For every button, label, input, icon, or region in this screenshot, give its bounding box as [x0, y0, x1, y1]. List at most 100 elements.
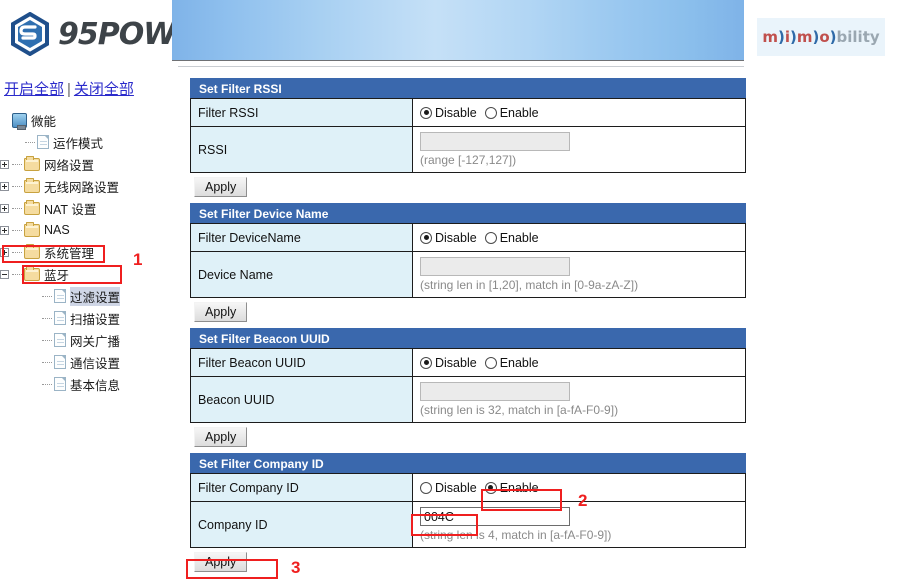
- page-icon: [54, 333, 66, 347]
- tree-connector: [42, 317, 52, 319]
- apply-button[interactable]: Apply: [194, 427, 248, 447]
- toggle-label-cell: Filter DeviceName: [190, 223, 413, 252]
- collapse-icon[interactable]: [0, 269, 9, 279]
- tree-node-3[interactable]: 无线网路设置: [0, 175, 185, 197]
- value-input-cell: (range [-127,127]): [412, 126, 746, 173]
- table-row: Filter DeviceName Disable Enable: [190, 223, 746, 252]
- tree-node-5[interactable]: NAS: [0, 219, 185, 241]
- radio-disable[interactable]: Disable: [420, 356, 477, 370]
- mimo-o: o: [819, 28, 830, 46]
- value-label-cell: Device Name: [190, 251, 413, 298]
- table-row: Company ID (string len is 4, match in [a-…: [190, 501, 746, 548]
- panel-title: Set Filter Beacon UUID: [190, 328, 746, 348]
- table-row: Filter Beacon UUID Disable Enable: [190, 348, 746, 377]
- radio-group: Disable Enable: [420, 106, 738, 120]
- tree-node-7[interactable]: 蓝牙: [0, 263, 185, 285]
- toggle-value-cell: Disable Enable: [412, 98, 746, 127]
- tree-node-label: 系统管理: [44, 246, 95, 261]
- tree-connector: [12, 185, 22, 187]
- radio-enable-label: Enable: [499, 355, 539, 370]
- radio-enable-icon[interactable]: [484, 356, 497, 369]
- mimo-m2: m: [796, 28, 813, 46]
- value-input[interactable]: [420, 257, 570, 276]
- radio-enable-label: Enable: [499, 480, 539, 495]
- filter-panel-2: Set Filter Beacon UUID Filter Beacon UUID…: [190, 328, 746, 447]
- tree-node-6[interactable]: 系统管理: [0, 241, 185, 263]
- toggle-label-cell: Filter Beacon UUID: [190, 348, 413, 377]
- tree-node-10[interactable]: 网关广播: [0, 329, 185, 351]
- radio-enable[interactable]: Enable: [484, 355, 539, 370]
- radio-disable[interactable]: Disable: [420, 481, 477, 495]
- radio-disable-icon[interactable]: [420, 231, 432, 244]
- mimo-paren3: ): [812, 28, 820, 46]
- folder-icon: [24, 243, 40, 259]
- page-icon: [54, 289, 66, 303]
- page-header: 95POWER m) i) m) o) bility: [0, 0, 899, 72]
- expand-icon[interactable]: [0, 225, 9, 235]
- radio-disable[interactable]: Disable: [420, 231, 477, 245]
- radio-enable-icon[interactable]: [484, 231, 497, 244]
- radio-enable-icon[interactable]: [484, 481, 497, 494]
- radio-enable[interactable]: Enable: [484, 231, 539, 245]
- radio-enable[interactable]: Enable: [484, 106, 539, 120]
- tree-connector: [12, 273, 22, 275]
- collapse-all-link[interactable]: 关闭全部: [74, 81, 134, 98]
- field-wrapper: (string len is 4, match in [a-fA-F0-9]): [420, 507, 738, 542]
- mimo-paren4: ): [829, 28, 837, 46]
- expand-icon[interactable]: [0, 247, 9, 257]
- value-input[interactable]: [420, 382, 570, 401]
- folder-icon: [24, 155, 40, 171]
- radio-disable[interactable]: Disable: [420, 106, 477, 120]
- page-icon: [54, 311, 66, 325]
- tree-node-4[interactable]: NAT 设置: [0, 197, 185, 219]
- page-root: 95POWER m) i) m) o) bility 开启全部 | 关闭全部 微能 运作模式网…: [0, 0, 899, 583]
- table-row: RSSI (range [-127,127]): [190, 126, 746, 173]
- tree-node-label: 网络设置: [44, 158, 95, 173]
- radio-disable-label: Disable: [435, 230, 477, 245]
- tree-node-9[interactable]: 扫描设置: [0, 307, 185, 329]
- radio-disable-label: Disable: [435, 105, 477, 120]
- tree-node-8[interactable]: 过滤设置: [0, 285, 185, 307]
- radio-group: Disable Enable: [420, 356, 738, 370]
- radio-disable-icon[interactable]: [420, 481, 432, 494]
- radio-enable-icon[interactable]: [484, 106, 497, 119]
- radio-enable[interactable]: Enable: [484, 480, 539, 495]
- value-input-cell: (string len in [1,20], match in [0-9a-zA…: [412, 251, 746, 298]
- tree-node-label: 通信设置: [70, 356, 121, 371]
- value-input[interactable]: [420, 132, 570, 151]
- field-wrapper: (string len is 32, match in [a-fA-F0-9]): [420, 382, 738, 417]
- tree-node-1[interactable]: 运作模式: [0, 131, 185, 153]
- mimobility-logo: m) i) m) o) bility: [757, 18, 885, 56]
- tree-connector: [42, 383, 52, 385]
- folder-icon: [24, 199, 40, 215]
- value-label-cell: Company ID: [190, 501, 413, 548]
- expand-icon[interactable]: [0, 203, 9, 213]
- panel-title: Set Filter Company ID: [190, 453, 746, 473]
- expand-all-link[interactable]: 开启全部: [4, 81, 64, 98]
- mimo-paren2: ): [790, 28, 797, 46]
- expand-icon[interactable]: [0, 159, 9, 169]
- tree-node-12[interactable]: 基本信息: [0, 373, 185, 395]
- input-hint: (range [-127,127]): [420, 153, 517, 167]
- panel-table: Filter Company ID Disable Enable Company ID…: [190, 473, 746, 548]
- page-icon: [54, 377, 66, 391]
- panel-title: Set Filter Device Name: [190, 203, 746, 223]
- radio-disable-icon[interactable]: [420, 356, 432, 369]
- radio-disable-icon[interactable]: [420, 106, 432, 119]
- apply-button[interactable]: Apply: [194, 302, 248, 322]
- brand-logo: 95POWER: [8, 6, 218, 62]
- folder-icon: [24, 265, 40, 281]
- tree-node-0[interactable]: 微能: [0, 109, 185, 131]
- tree-connector: [25, 141, 35, 143]
- mimo-suffix: bility: [836, 28, 880, 46]
- sidebar: 开启全部 | 关闭全部 微能 运作模式 网络设置 无线网路设置 NAT 设置 NAS 系统管理蓝…: [0, 78, 185, 395]
- computer-icon: [12, 112, 27, 130]
- value-input[interactable]: [420, 507, 570, 526]
- table-row: Filter RSSI Disable Enable: [190, 98, 746, 127]
- tree-node-11[interactable]: 通信设置: [0, 351, 185, 373]
- apply-button[interactable]: Apply: [194, 177, 248, 197]
- expand-icon[interactable]: [0, 181, 9, 191]
- apply-button[interactable]: Apply: [194, 552, 248, 572]
- tree-node-2[interactable]: 网络设置: [0, 153, 185, 175]
- tree-connector: [12, 229, 22, 231]
